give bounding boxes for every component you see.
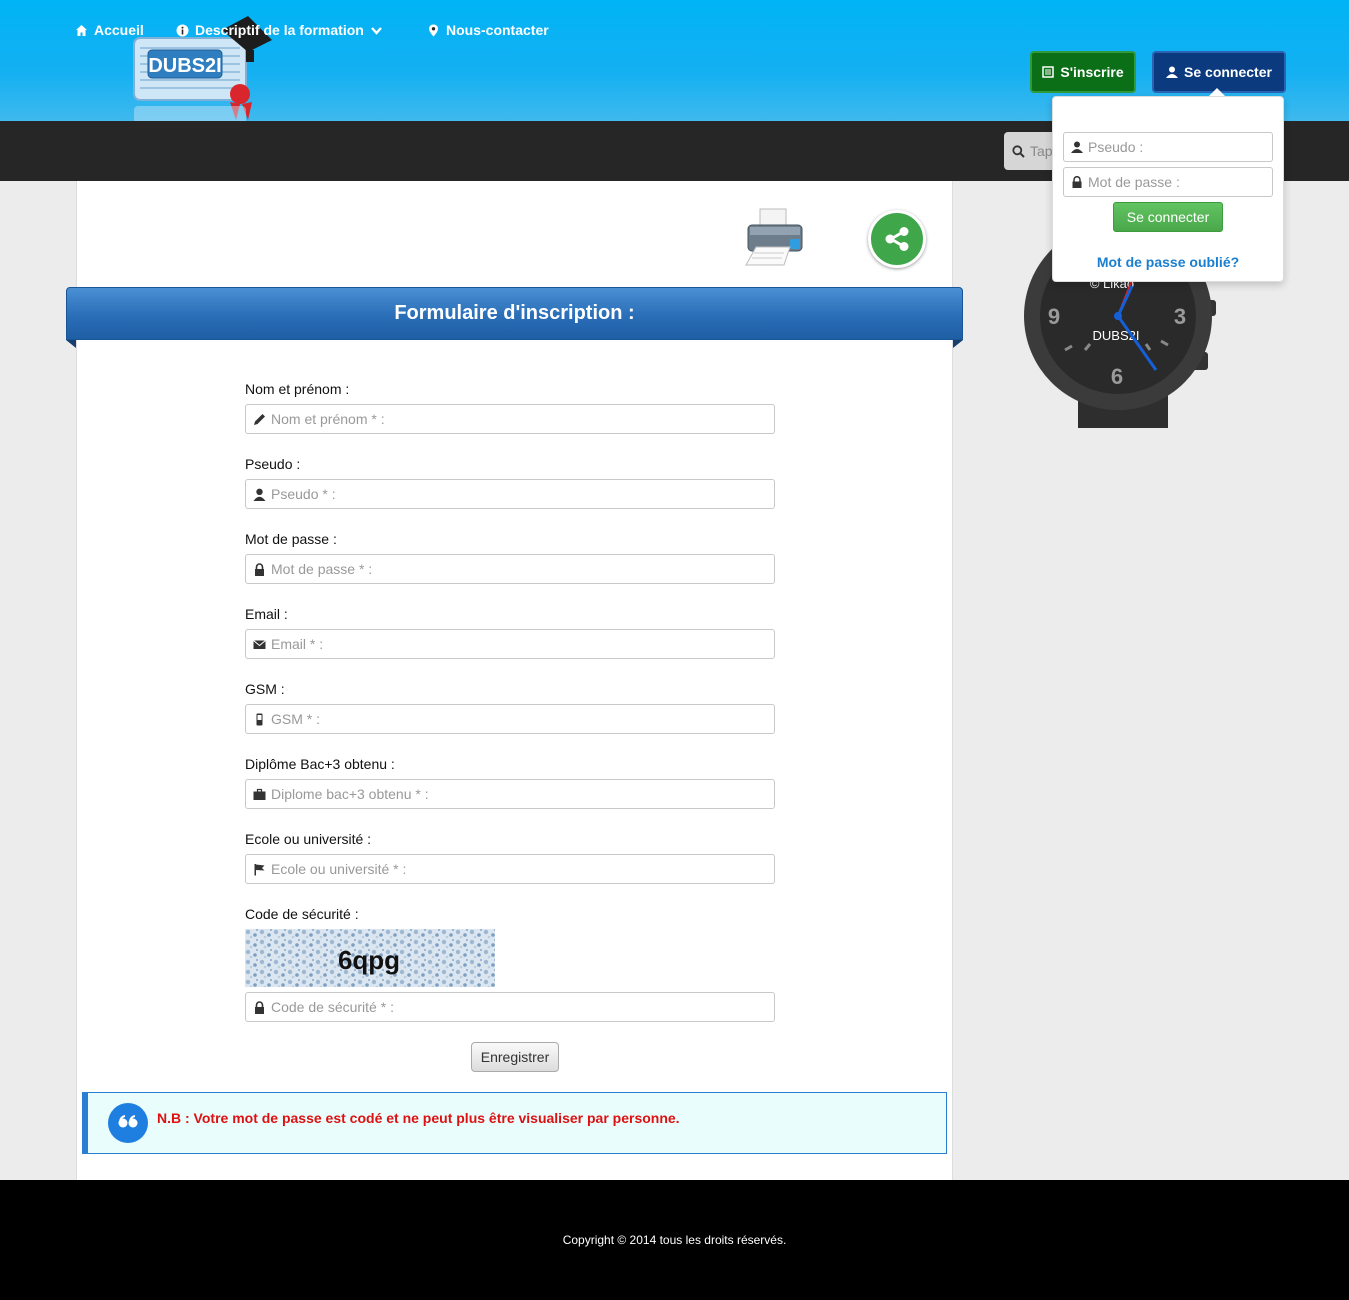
- forgot-password-link[interactable]: Mot de passe oublié?: [1052, 254, 1284, 270]
- note-text: N.B : Votre mot de passe est codé et ne …: [157, 1110, 680, 1126]
- nav-item-label: Descriptif de la formation: [195, 22, 364, 38]
- phone-icon: [256, 713, 263, 725]
- field-label-pseudo: Pseudo :: [245, 456, 301, 472]
- dropdown-pseudo-input[interactable]: [1088, 139, 1268, 155]
- password-field[interactable]: [245, 554, 775, 584]
- nom-input[interactable]: [271, 411, 751, 427]
- pseudo-input[interactable]: [271, 486, 751, 502]
- dropdown-pseudo-field[interactable]: [1063, 132, 1273, 162]
- field-label-gsm: GSM :: [245, 681, 285, 697]
- ecole-input[interactable]: [271, 861, 751, 877]
- svg-text:6qpg: 6qpg: [338, 945, 400, 975]
- footer-copyright: Copyright © 2014 tous les droits réservé…: [562, 1233, 787, 1247]
- signup-button[interactable]: S'inscrire: [1030, 51, 1136, 93]
- field-label-password: Mot de passe :: [245, 531, 337, 547]
- diplome-field[interactable]: [245, 779, 775, 809]
- share-icon: [885, 227, 909, 251]
- banner-fold-right: [953, 340, 963, 348]
- email-field[interactable]: [245, 629, 775, 659]
- field-label-nom: Nom et prénom :: [245, 381, 350, 397]
- dropdown-password-input[interactable]: [1088, 174, 1268, 190]
- lock-icon: [255, 562, 264, 576]
- envelope-icon: [253, 639, 266, 649]
- list-icon: [1042, 66, 1055, 78]
- briefcase-icon: [253, 788, 266, 800]
- nav-item-accueil[interactable]: Accueil: [75, 0, 144, 60]
- form-title-banner: Formulaire d'inscription :: [66, 287, 963, 340]
- user-icon: [1166, 66, 1179, 78]
- map-marker-icon: [429, 24, 438, 36]
- signup-button-label: S'inscrire: [1060, 64, 1124, 80]
- nom-field[interactable]: [245, 404, 775, 434]
- gsm-field[interactable]: [245, 704, 775, 734]
- printer-icon[interactable]: [744, 205, 806, 267]
- quote-icon: [108, 1103, 148, 1143]
- login-button[interactable]: Se connecter: [1152, 51, 1286, 93]
- gsm-input[interactable]: [271, 711, 751, 727]
- chevron-down-icon: [370, 26, 382, 35]
- svg-text:9: 9: [1048, 304, 1060, 329]
- user-icon: [253, 488, 266, 501]
- captcha-field[interactable]: [245, 992, 775, 1022]
- svg-text:3: 3: [1174, 304, 1186, 329]
- field-label-captcha: Code de sécurité :: [245, 906, 359, 922]
- nav-item-descriptif[interactable]: Descriptif de la formation: [176, 0, 383, 60]
- ecole-field[interactable]: [245, 854, 775, 884]
- pencil-icon: [254, 413, 265, 425]
- form-title: Formulaire d'inscription :: [394, 302, 635, 324]
- home-icon: [76, 24, 87, 36]
- nav-item-label: Accueil: [94, 22, 144, 38]
- diplome-input[interactable]: [271, 786, 751, 802]
- password-input[interactable]: [271, 561, 751, 577]
- dropdown-password-field[interactable]: [1063, 167, 1273, 197]
- search-icon: [1012, 144, 1025, 158]
- field-label-diplome: Diplôme Bac+3 obtenu :: [245, 756, 395, 772]
- email-input[interactable]: [271, 636, 751, 652]
- dropdown-login-button[interactable]: Se connecter: [1113, 202, 1223, 232]
- banner-fold-left: [66, 340, 76, 348]
- lock-icon: [255, 1000, 264, 1014]
- lock-icon: [1072, 176, 1082, 188]
- info-icon: [176, 24, 189, 36]
- search-placeholder: Tap: [1030, 143, 1053, 159]
- svg-text:6: 6: [1111, 364, 1123, 389]
- field-label-ecole: Ecole ou université :: [245, 831, 372, 847]
- flag-icon: [254, 863, 265, 875]
- save-button[interactable]: Enregistrer: [471, 1042, 559, 1072]
- captcha-image: 6qpg: [245, 929, 495, 987]
- pseudo-field[interactable]: [245, 479, 775, 509]
- dropdown-caret: [1209, 88, 1225, 96]
- nav-item-label: Nous-contacter: [446, 22, 549, 38]
- login-button-label: Se connecter: [1184, 64, 1272, 80]
- user-icon: [1071, 141, 1083, 153]
- nav-item-contact[interactable]: Nous-contacter: [427, 0, 549, 60]
- share-button[interactable]: [868, 210, 926, 268]
- field-label-email: Email :: [245, 606, 288, 622]
- captcha-input[interactable]: [271, 999, 751, 1015]
